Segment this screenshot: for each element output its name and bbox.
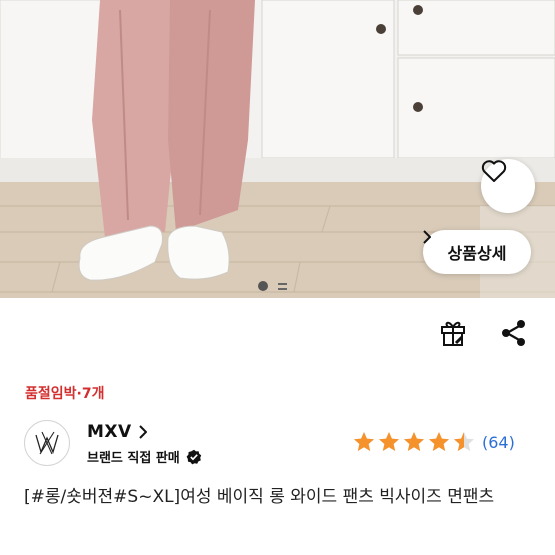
- star-icon: [379, 432, 399, 451]
- star-icon: [354, 432, 374, 451]
- brand-name-link[interactable]: MXV: [87, 422, 147, 442]
- product-title: [#롱/숏버젼#S~XL]여성 베이직 롱 와이드 팬츠 빅사이즈 면팬츠: [24, 487, 495, 507]
- chevron-right-icon: [138, 425, 147, 439]
- image-pager[interactable]: [258, 280, 287, 292]
- rating-stars: [352, 430, 476, 454]
- star-icon: [454, 432, 474, 451]
- brand-monogram-logo: [35, 431, 59, 455]
- star-icon: [404, 432, 424, 451]
- wishlist-button[interactable]: [481, 159, 535, 213]
- brand-logo[interactable]: [24, 420, 70, 466]
- pager-more-indicator[interactable]: [278, 282, 287, 290]
- brand-direct-sale: 브랜드 직접 판매: [87, 447, 202, 466]
- stock-warning: 품절임박·7개: [25, 386, 105, 402]
- chevron-right-icon: [423, 230, 431, 244]
- brand-direct-sale-label: 브랜드 직접 판매: [87, 451, 180, 466]
- heart-outline-icon: [481, 160, 507, 182]
- product-detail-button[interactable]: 상품상세: [423, 230, 531, 274]
- gift-button[interactable]: [436, 316, 470, 350]
- gift-icon: [441, 321, 465, 346]
- share-icon: [502, 320, 525, 346]
- share-button[interactable]: [497, 316, 531, 350]
- review-count-link[interactable]: (64): [482, 433, 515, 452]
- product-rating[interactable]: (64): [352, 430, 515, 454]
- product-image[interactable]: 상품상세: [0, 0, 555, 298]
- brand-name: MXV: [87, 422, 132, 442]
- product-detail-label: 상품상세: [447, 244, 507, 263]
- verified-check-icon: [186, 449, 201, 464]
- pager-dot-active[interactable]: [258, 281, 268, 291]
- star-icon: [429, 432, 449, 451]
